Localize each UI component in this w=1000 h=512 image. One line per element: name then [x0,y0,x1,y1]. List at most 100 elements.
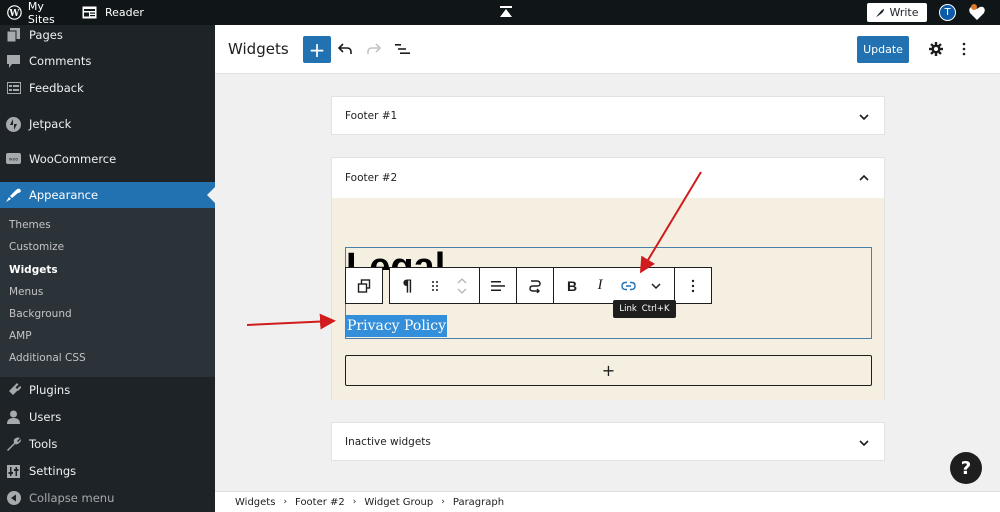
submenu-item-widgets[interactable]: Widgets [9,264,58,276]
submenu-item-customize[interactable]: Customize [9,241,64,253]
tools-icon [6,437,21,452]
chevron-down-icon[interactable] [858,111,870,123]
chevron-up-icon[interactable] [858,172,870,184]
more-formats-chevron-icon[interactable] [642,268,670,303]
page-title: Widgets [228,40,289,58]
pages-icon [6,28,21,43]
submenu-item-amp[interactable]: AMP [9,330,32,342]
collapse-arrow-icon [6,491,21,506]
sidebar-item-appearance[interactable]: Appearance [0,182,215,208]
sidebar-item-woocommerce[interactable]: woo WooCommerce [0,146,215,172]
sidebar-item-label: Pages [29,28,63,42]
select-parent-block-button[interactable] [345,267,383,304]
italic-button[interactable]: I [586,268,614,303]
woocommerce-icon: woo [6,152,21,167]
sidebar-item-feedback[interactable]: Feedback [0,75,215,101]
help-button[interactable]: ? [950,452,982,484]
align-group [480,268,517,303]
svg-text:woo: woo [9,158,18,163]
widget-area-title: Footer #2 [345,172,398,184]
write-label: Write [889,6,919,19]
sidebar-item-plugins[interactable]: Plugins [0,377,215,403]
sidebar-item-settings[interactable]: Settings [0,458,215,484]
annotation-arrow-to-text [246,313,336,330]
sidebar-item-label: Settings [29,464,77,478]
transform-icon[interactable] [521,268,549,303]
sidebar-item-label: Comments [29,54,92,68]
sidebar-item-label: Users [29,410,62,424]
sidebar-item-pages[interactable]: Pages [0,22,215,48]
drag-handle-icon[interactable] [421,268,448,303]
settings-icon [6,464,21,479]
comments-icon [6,54,21,69]
widget-area-footer-1[interactable]: Footer #1 [331,96,885,135]
list-view-icon[interactable] [393,40,411,58]
collapse-menu-button[interactable]: Collapse menu [0,485,215,511]
block-breadcrumb: Widgets › Footer #2 › Widget Group › Par… [215,491,1000,512]
breadcrumb-item[interactable]: Widgets [235,497,275,508]
block-toolbar-main: ¶ B I [389,267,712,304]
feedback-icon [6,81,21,96]
breadcrumb-separator-icon: › [441,497,445,507]
notifications-icon[interactable] [968,3,986,22]
sidebar-item-label: Appearance [29,188,99,202]
submenu-item-menus[interactable]: Menus [9,286,43,298]
sidebar-item-jetpack[interactable]: Jetpack [0,111,215,137]
move-up-down-icon[interactable] [448,268,475,303]
sidebar-item-comments[interactable]: Comments [0,48,215,74]
paragraph-block-switcher[interactable]: ¶ [394,268,421,303]
redo-icon[interactable] [365,40,383,58]
submenu-item-themes[interactable]: Themes [9,219,51,231]
jetpack-icon [6,116,21,132]
reader-icon [82,6,97,19]
block-options-icon[interactable] [679,268,707,303]
block-toolbar: ¶ B I [345,267,712,304]
sidebar-item-label: Jetpack [29,117,72,131]
sidebar-item-label: Feedback [29,81,84,95]
breadcrumb-separator-icon: › [283,497,288,507]
sidebar-item-label: Tools [29,437,58,451]
sidebar-item-label: Plugins [29,383,71,397]
submenu-item-additional-css[interactable]: Additional CSS [9,352,86,364]
breadcrumb-item[interactable]: Footer #2 [295,497,345,508]
undo-icon[interactable] [336,40,354,58]
widget-area-inactive[interactable]: Inactive widgets [331,422,885,461]
add-block-button[interactable]: + [345,355,872,386]
block-type-group: ¶ [390,268,480,303]
users-icon [6,410,21,425]
settings-gear-icon[interactable] [927,40,945,58]
chevron-down-icon[interactable] [858,437,870,449]
sidebar-item-tools[interactable]: Tools [0,431,215,457]
parent-block-icon [357,278,371,293]
wordpress-logo-icon: W [7,5,22,20]
bold-button[interactable]: B [558,268,586,303]
breadcrumb-item[interactable]: Widget Group [364,497,433,508]
tooltip-label: Link [619,304,637,314]
link-icon [620,281,636,290]
reader-label: Reader [105,6,144,19]
feather-pen-icon [876,8,885,17]
collapse-top-icon[interactable] [500,6,512,18]
user-avatar[interactable]: T [939,4,956,21]
breadcrumb-separator-icon: › [352,497,357,507]
align-left-icon[interactable] [484,268,512,303]
block-inserter-button[interactable]: + [303,36,331,63]
appearance-submenu: Themes Customize Widgets Menus Backgroun… [0,208,215,377]
widget-area-title: Inactive widgets [345,436,431,448]
admin-sidebar: Pages Comments Feedback Jetpack woo WooC… [0,25,215,512]
editor-header: Widgets + Update [215,25,1000,74]
plugins-icon [6,383,21,398]
submenu-item-background[interactable]: Background [9,308,72,320]
update-button[interactable]: Update [857,36,909,63]
format-group: B I [554,268,675,303]
selected-paragraph-text[interactable]: Privacy Policy [346,315,448,337]
write-button[interactable]: Write [867,3,927,22]
tooltip-shortcut: Ctrl+K [641,304,670,314]
appearance-icon [6,188,21,203]
collapse-menu-label: Collapse menu [29,491,115,505]
widget-area-title: Footer #1 [345,110,398,122]
more-options-icon[interactable] [955,40,973,58]
link-button[interactable] [614,268,642,303]
sidebar-item-users[interactable]: Users [0,404,215,430]
link-tooltip: Link Ctrl+K [613,300,676,318]
